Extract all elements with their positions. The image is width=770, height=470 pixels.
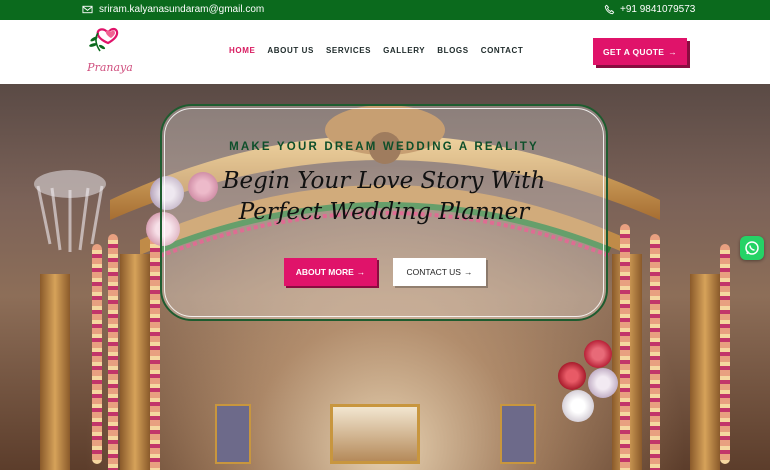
garland-decoration [108, 234, 118, 470]
email-contact[interactable]: sriram.kalyanasundaram@gmail.com [82, 4, 264, 15]
right-pillar-decoration [690, 274, 720, 470]
hero-tagline: MAKE YOUR DREAM WEDDING A REALITY [229, 141, 539, 153]
get-a-quote-button[interactable]: GET A QUOTE → [593, 38, 687, 65]
envelope-icon [82, 5, 93, 14]
stage-backdrop-decoration [330, 404, 420, 464]
garland-decoration [720, 244, 730, 464]
arrow-right-icon: → [463, 267, 473, 277]
whatsapp-icon [745, 241, 759, 255]
nav-about-us[interactable]: ABOUT US [267, 46, 314, 55]
nav-blogs[interactable]: BLOGS [437, 46, 468, 55]
email-text[interactable]: sriram.kalyanasundaram@gmail.com [99, 4, 264, 15]
site-header: Pranaya HOME ABOUT US SERVICES GALLERY B… [0, 20, 770, 84]
about-more-button[interactable]: ABOUT MORE → [284, 258, 377, 286]
hero-headline-line-2: Perfect Wedding Planner [238, 199, 530, 225]
flower-decoration [584, 340, 612, 368]
whatsapp-button[interactable] [740, 236, 764, 260]
about-more-label: ABOUT MORE [295, 267, 354, 277]
garland-decoration [650, 234, 660, 470]
arrow-right-icon: → [356, 267, 366, 277]
phone-contact[interactable]: +91 9841079573 [604, 4, 695, 15]
flower-decoration [588, 368, 618, 398]
left-pillar-decoration [40, 274, 70, 470]
stage-panel-decoration [215, 404, 251, 464]
hero-headline: Begin Your Love Story With Perfect Weddi… [160, 166, 608, 228]
garland-decoration [150, 224, 160, 470]
get-a-quote-label: GET A QUOTE [602, 46, 665, 57]
nav-gallery[interactable]: GALLERY [383, 46, 425, 55]
hero-headline-line-1: Begin Your Love Story With [222, 168, 546, 194]
site-logo[interactable]: Pranaya [82, 23, 138, 81]
phone-text[interactable]: +91 9841079573 [620, 4, 695, 15]
garland-decoration [620, 224, 630, 470]
main-nav: HOME ABOUT US SERVICES GALLERY BLOGS CON… [229, 46, 523, 55]
contact-us-button[interactable]: CONTACT US → [393, 258, 486, 286]
hearts-leaf-logo [89, 27, 119, 52]
nav-services[interactable]: SERVICES [326, 46, 371, 55]
flower-decoration [562, 390, 594, 422]
flower-decoration [558, 362, 586, 390]
logo-text: Pranaya [87, 61, 133, 74]
chandelier-decoration [34, 170, 106, 252]
nav-home[interactable]: HOME [229, 46, 255, 55]
phone-icon [604, 4, 615, 15]
stage-panel-decoration [500, 404, 536, 464]
nav-contact[interactable]: CONTACT [481, 46, 524, 55]
top-contact-bar: sriram.kalyanasundaram@gmail.com +91 984… [0, 0, 770, 20]
left-inner-pillar-decoration [120, 254, 150, 470]
contact-us-label: CONTACT US [406, 267, 461, 277]
arrow-right-icon: → [668, 46, 678, 57]
garland-decoration [92, 244, 102, 464]
